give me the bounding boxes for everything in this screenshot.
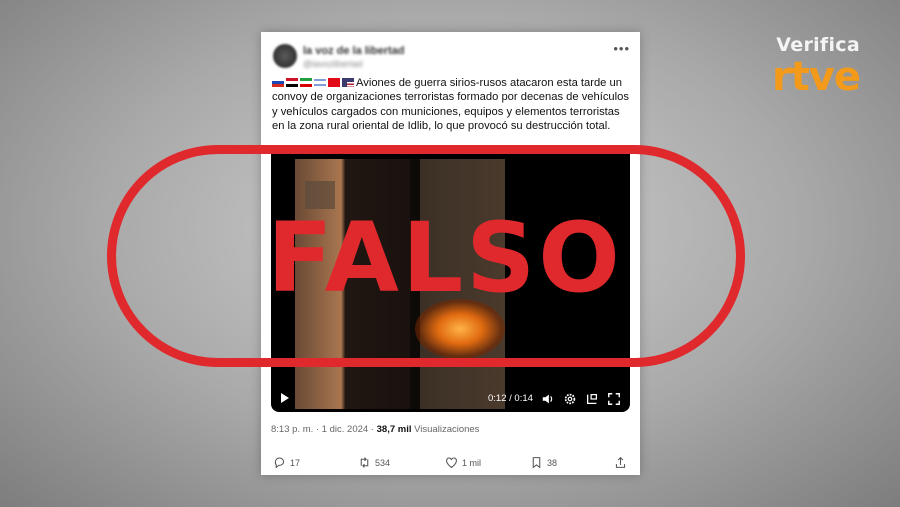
video-controls: 0:12 / 0:14: [271, 386, 630, 412]
views-label: Visualizaciones: [414, 424, 480, 435]
settings-gear-icon[interactable]: [563, 392, 577, 406]
avatar[interactable]: [273, 44, 297, 68]
share-icon: [615, 456, 626, 468]
tweet-text-block: Aviones de guerra sirios-rusos atacaron …: [272, 76, 632, 133]
brand-line-verifica: Verifica: [776, 34, 860, 56]
repost-icon: [360, 457, 369, 468]
author-name[interactable]: la voz de la libertad: [303, 45, 404, 57]
views-count: 38,7 mil: [376, 424, 412, 435]
bookmark-icon: [532, 457, 541, 469]
bookmark-count: 38: [547, 457, 558, 468]
more-options-icon[interactable]: •••: [613, 41, 630, 56]
turkey-flag-icon: [328, 78, 340, 87]
fullscreen-icon[interactable]: [607, 392, 621, 406]
usa-flag-icon: [342, 78, 354, 87]
brand-line-rtve: rtve: [771, 54, 861, 100]
action-bar: 17 534 1 mil 38: [273, 456, 628, 472]
reply-button[interactable]: 17: [273, 456, 300, 469]
repost-button[interactable]: 534: [358, 456, 390, 469]
flag-emojis: [272, 76, 356, 90]
bookmark-button[interactable]: 38: [530, 456, 557, 469]
repost-count: 534: [375, 457, 391, 468]
like-count: 1 mil: [462, 457, 482, 468]
play-icon[interactable]: [281, 393, 289, 403]
video-time: 0:12 / 0:14: [488, 393, 533, 404]
post-timestamp[interactable]: 8:13 p. m. · 1 dic. 2024 ·: [271, 424, 374, 435]
reply-icon: [274, 457, 285, 469]
israel-flag-icon: [314, 78, 326, 87]
volume-icon[interactable]: [541, 392, 555, 406]
russia-flag-icon: [272, 78, 284, 87]
falso-stamp-text: FALSO: [267, 202, 623, 314]
verifica-rtve-logo: Verifica rtve: [771, 34, 861, 100]
like-button[interactable]: 1 mil: [445, 456, 481, 469]
reply-count: 17: [290, 457, 301, 468]
heart-icon: [446, 457, 457, 469]
pip-icon[interactable]: [585, 392, 599, 406]
iran-flag-icon: [300, 78, 312, 87]
author-handle[interactable]: @lavozlibertad: [303, 59, 363, 69]
syria-flag-icon: [286, 78, 298, 87]
post-meta: 8:13 p. m. · 1 dic. 2024 · 38,7 mil Visu…: [271, 424, 479, 435]
share-button[interactable]: [614, 456, 627, 469]
